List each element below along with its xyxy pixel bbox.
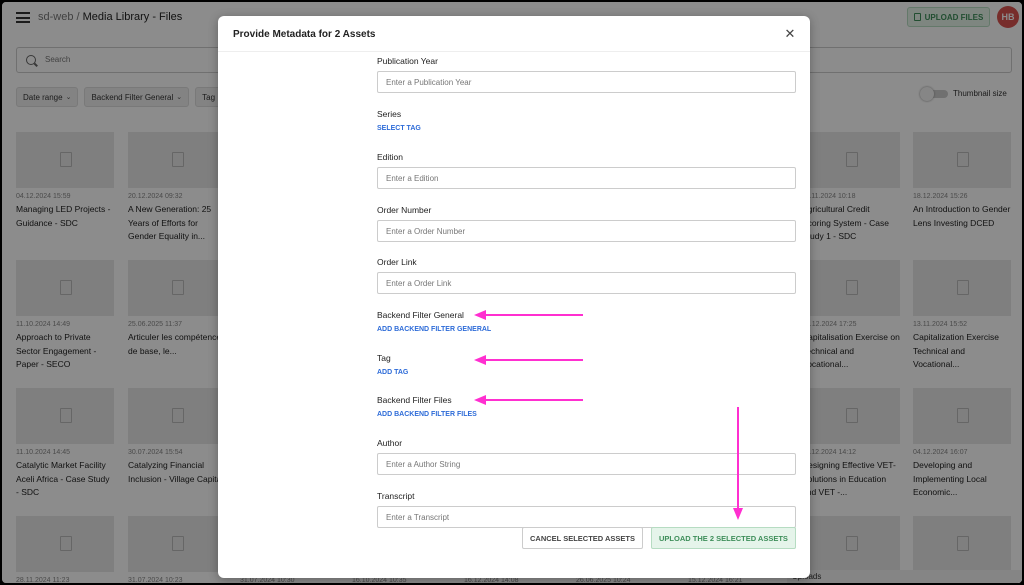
edition-field: Edition Enter a Edition xyxy=(377,152,796,189)
backend-filter-files-label: Backend Filter Files xyxy=(377,395,452,405)
add-tag-link[interactable]: ADD TAG xyxy=(377,369,796,376)
edition-label: Edition xyxy=(377,152,403,162)
edition-input[interactable]: Enter a Edition xyxy=(377,167,796,189)
author-field: Author Enter a Author String xyxy=(377,438,796,475)
publication-year-input[interactable]: Enter a Publication Year xyxy=(377,71,796,93)
tag-label: Tag xyxy=(377,353,391,363)
series-label: Series xyxy=(377,109,402,119)
transcript-field: Transcript Enter a Transcript xyxy=(377,491,796,528)
tag-field: Tag ADD TAG xyxy=(377,353,796,376)
dialog-title: Provide Metadata for 2 Assets xyxy=(233,29,376,40)
metadata-dialog: Provide Metadata for 2 Assets ✕ Publicat… xyxy=(218,16,810,578)
publication-year-field: Publication Year Enter a Publication Yea… xyxy=(377,56,796,93)
order-number-field: Order Number Enter a Order Number xyxy=(377,205,796,242)
author-input[interactable]: Enter a Author String xyxy=(377,453,796,475)
backend-filter-files-field: Backend Filter Files ADD BACKEND FILTER … xyxy=(377,395,796,418)
author-label: Author xyxy=(377,438,403,448)
close-icon[interactable]: ✕ xyxy=(783,27,797,41)
add-backend-filter-files-link[interactable]: ADD BACKEND FILTER FILES xyxy=(377,411,796,418)
backend-filter-general-label: Backend Filter General xyxy=(377,310,464,320)
cancel-selected-assets-button[interactable]: CANCEL SELECTED ASSETS xyxy=(522,527,644,549)
order-number-label: Order Number xyxy=(377,205,432,215)
series-field: Series SELECT TAG xyxy=(377,109,796,132)
order-link-label: Order Link xyxy=(377,257,417,267)
transcript-input[interactable]: Enter a Transcript xyxy=(377,506,796,528)
dialog-actions: CANCEL SELECTED ASSETS UPLOAD THE 2 SELE… xyxy=(522,527,796,549)
order-number-input[interactable]: Enter a Order Number xyxy=(377,220,796,242)
select-tag-link[interactable]: SELECT TAG xyxy=(377,125,796,132)
add-backend-filter-general-link[interactable]: ADD BACKEND FILTER GENERAL xyxy=(377,326,796,333)
backend-filter-general-field: Backend Filter General ADD BACKEND FILTE… xyxy=(377,310,796,333)
publication-year-label: Publication Year xyxy=(377,56,438,66)
dialog-header: Provide Metadata for 2 Assets ✕ xyxy=(218,16,810,52)
order-link-input[interactable]: Enter a Order Link xyxy=(377,272,796,294)
transcript-label: Transcript xyxy=(377,491,415,501)
upload-selected-assets-button[interactable]: UPLOAD THE 2 SELECTED ASSETS xyxy=(651,527,796,549)
app-window: sd-web / Media Library - Files UPLOAD FI… xyxy=(0,0,1024,585)
order-link-field: Order Link Enter a Order Link xyxy=(377,257,796,294)
